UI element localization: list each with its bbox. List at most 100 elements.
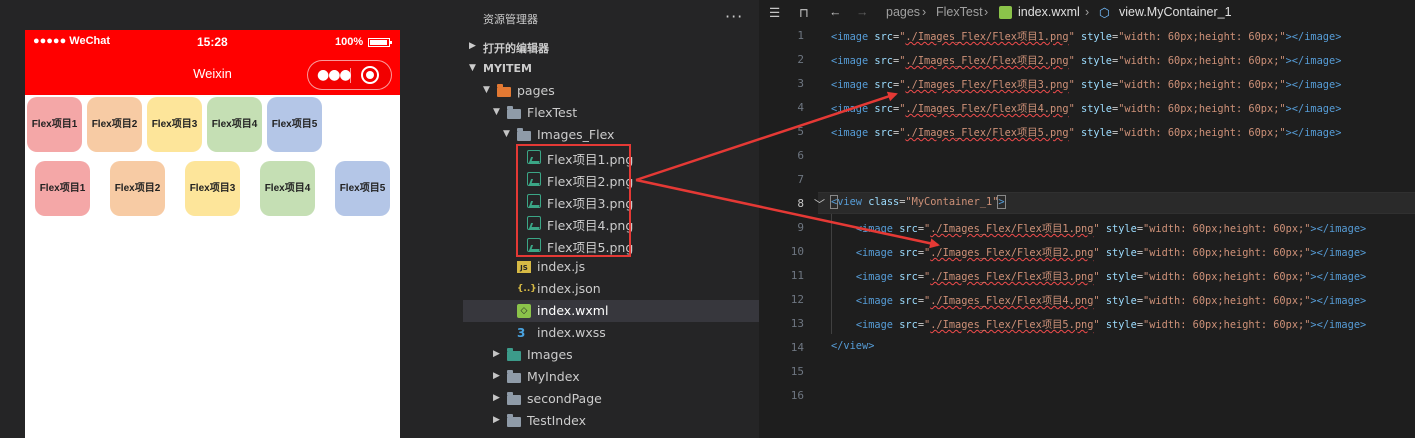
tree-item[interactable]: ▼ pages	[463, 80, 759, 102]
style-value: width: 60px;height: 60px;	[1124, 31, 1280, 43]
attr-name: src	[868, 79, 894, 91]
js-file-icon: JS	[517, 261, 531, 273]
list-icon[interactable]: ☰	[769, 5, 780, 20]
back-arrow-icon[interactable]: ←	[829, 5, 842, 19]
phone-screen: ●●●●● WeChat 15:28 100% Weixin ●●● Flex项…	[25, 30, 400, 438]
line-number: 12	[790, 293, 804, 306]
chevron-right-icon[interactable]: ▶	[493, 349, 500, 359]
tree-item[interactable]: ▼ Images_Flex	[463, 124, 759, 146]
capsule-divider	[350, 68, 351, 83]
line-number: 6	[797, 149, 804, 162]
explorer-title: 资源管理器	[483, 13, 538, 26]
more-actions-icon[interactable]: ···	[725, 7, 743, 26]
tag-open: <image	[855, 319, 894, 331]
code-line[interactable]: <image src="./Images_Flex/Flex项目1.png" s…	[831, 28, 1341, 43]
line-number: 13	[790, 317, 804, 330]
line-number: 11	[790, 269, 804, 282]
attr-name: style	[1074, 103, 1113, 115]
code-line[interactable]: <image src="./Images_Flex/Flex项目1.png" s…	[831, 220, 1366, 235]
tree-item-label: index.json	[537, 281, 601, 296]
wxml-file-icon	[999, 6, 1012, 19]
code-line[interactable]: <image src="./Images_Flex/Flex项目4.png" s…	[831, 100, 1341, 115]
code-line[interactable]: <image src="./Images_Flex/Flex项目5.png" s…	[831, 316, 1366, 331]
tree-item-label: Images_Flex	[537, 127, 615, 142]
attr-name: src	[868, 55, 894, 67]
fold-chevron-icon[interactable]: ﹀	[814, 196, 825, 212]
project-section[interactable]: ▼ MYITEM	[463, 58, 759, 80]
attr-name: style	[1099, 247, 1137, 259]
chevron-down-icon[interactable]: ▼	[503, 129, 510, 139]
row1-tile: Flex项目5	[267, 97, 322, 152]
line-number: 2	[797, 53, 804, 66]
chevron-right-icon[interactable]: ▶	[493, 415, 500, 425]
code-line[interactable]: <image src="./Images_Flex/Flex项目4.png" s…	[831, 292, 1366, 307]
tree-item[interactable]: ▶ secondPage	[463, 388, 759, 410]
style-value: width: 60px;height: 60px;	[1149, 271, 1305, 283]
breadcrumb-item[interactable]: pages	[886, 5, 920, 19]
tag-close: ></image>	[1310, 247, 1367, 259]
breadcrumb-item[interactable]: index.wxml	[1018, 5, 1080, 19]
tree-item[interactable]: JS index.js	[463, 256, 759, 278]
style-value: width: 60px;height: 60px;	[1149, 319, 1305, 331]
tree-item-label: MyIndex	[527, 369, 580, 384]
tree-item[interactable]: ▼ FlexTest	[463, 102, 759, 124]
more-dots-icon[interactable]: ●●●	[317, 65, 352, 85]
tree-item[interactable]: ▶ TestIndex	[463, 410, 759, 432]
project-label: MYITEM	[483, 62, 532, 75]
tag-close: ></image>	[1285, 127, 1342, 139]
chevron-right-icon: ›	[1085, 5, 1090, 19]
capsule-menu[interactable]: ●●●	[307, 60, 392, 90]
folder-icon	[507, 370, 521, 383]
breadcrumb: ☰ ⊓ ← → pages › FlexTest › index.wxml › …	[759, 0, 1415, 24]
battery-icon	[368, 38, 392, 47]
tag-close: ></image>	[1285, 55, 1342, 67]
tag-open: <image	[831, 103, 869, 115]
folder-icon	[507, 414, 521, 427]
style-value: width: 60px;height: 60px;	[1149, 247, 1305, 259]
code-line[interactable]: <image src="./Images_Flex/Flex项目5.png" s…	[831, 124, 1341, 139]
line-number: 1	[797, 29, 804, 42]
row1-tile: Flex项目3	[147, 97, 202, 152]
row2-tile: Flex项目1	[35, 161, 90, 216]
line-number: 15	[790, 365, 804, 378]
line-number: 5	[797, 125, 804, 138]
chevron-down-icon[interactable]: ▼	[493, 107, 500, 117]
open-editors-section[interactable]: ▶ 打开的编辑器	[463, 36, 759, 58]
tag-open: <image	[831, 55, 869, 67]
tree-item[interactable]: ▶ Images	[463, 344, 759, 366]
tree-item[interactable]: ▶ MyIndex	[463, 366, 759, 388]
attr-name: style	[1074, 127, 1113, 139]
row2-tile: Flex项目3	[185, 161, 240, 216]
line-number: 3	[797, 77, 804, 90]
code-line[interactable]: <image src="./Images_Flex/Flex项目2.png" s…	[831, 52, 1341, 67]
forward-arrow-icon[interactable]: →	[856, 5, 869, 19]
src-path: ./Images_Flex/Flex项目1.png	[905, 31, 1069, 43]
code-line[interactable]: </view>	[831, 340, 874, 352]
row2-tile: Flex项目4	[260, 161, 315, 216]
tree-item[interactable]: 3 index.wxss	[463, 322, 759, 344]
chevron-right-icon[interactable]: ▶	[493, 393, 500, 403]
tag-open: <image	[855, 271, 894, 283]
bookmark-icon[interactable]: ⊓	[799, 5, 809, 20]
code-line[interactable]: <image src="./Images_Flex/Flex项目3.png" s…	[831, 268, 1366, 283]
chevron-right-icon[interactable]: ▶	[493, 371, 500, 381]
code-line[interactable]: <image src="./Images_Flex/Flex项目3.png" s…	[831, 76, 1341, 91]
tree-item[interactable]: ◇ index.wxml	[463, 300, 759, 322]
row1-tile: Flex项目1	[27, 97, 82, 152]
code-line[interactable]: <view class="MyContainer_1">	[829, 195, 1006, 209]
breadcrumb-item[interactable]: FlexTest	[936, 5, 983, 19]
attr-name: style	[1074, 79, 1113, 91]
tree-item[interactable]: {..} index.json	[463, 278, 759, 300]
chevron-down-icon[interactable]: ▼	[483, 85, 490, 95]
target-circle-icon[interactable]	[361, 66, 379, 84]
breadcrumb-item[interactable]: view.MyContainer_1	[1119, 5, 1232, 19]
line-number: 9	[797, 221, 804, 234]
style-value: width: 60px;height: 60px;	[1124, 79, 1280, 91]
attr-name: src	[893, 271, 918, 283]
tag-open: <image	[831, 31, 869, 43]
src-path: ./Images_Flex/Flex项目2.png	[905, 55, 1069, 67]
code-line[interactable]: <image src="./Images_Flex/Flex项目2.png" s…	[831, 244, 1366, 259]
